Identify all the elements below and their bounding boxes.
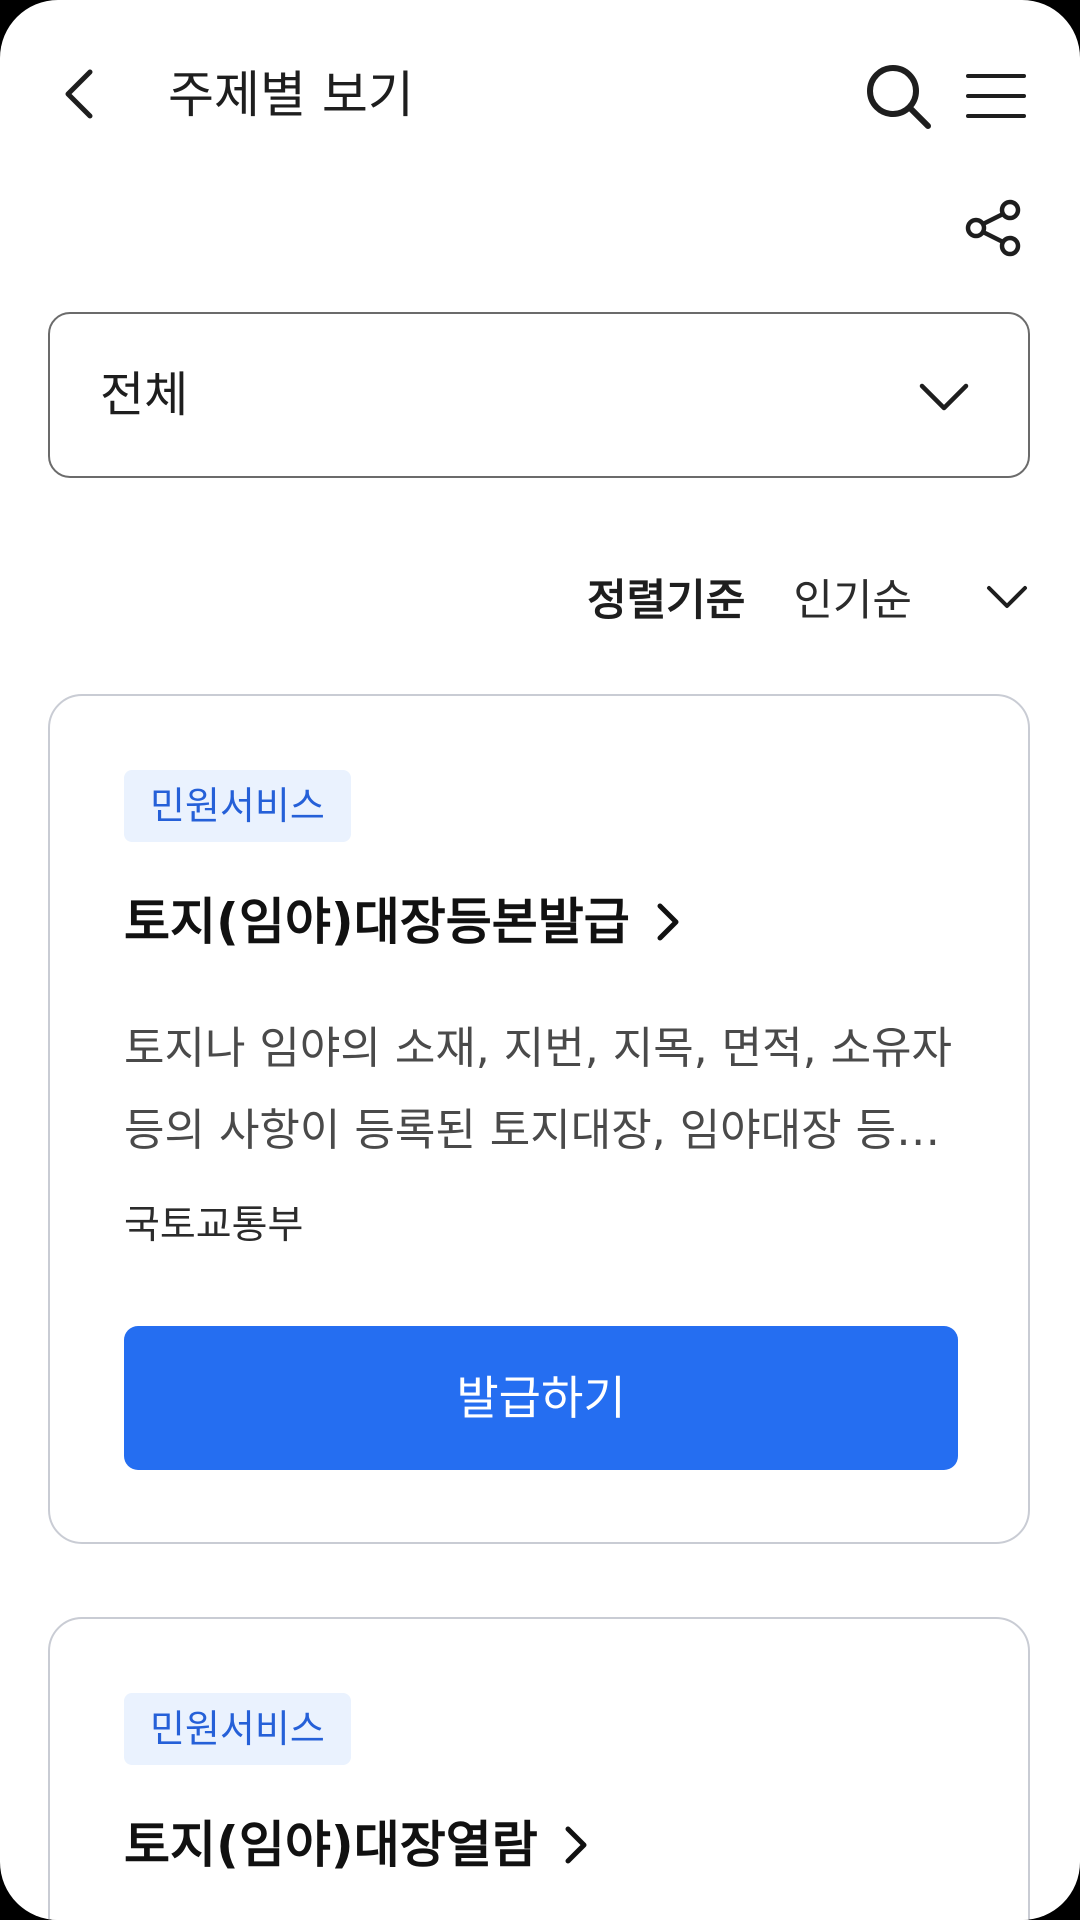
service-title-link[interactable]: 토지(임야)대장등본발급 [124,886,688,958]
service-title: 토지(임야)대장등본발급 [124,893,630,951]
sort-label: 정렬기준 [587,576,746,626]
sort-value: 인기순 [793,576,912,626]
service-organization: 국토교통부 [124,1203,304,1248]
menu-button[interactable] [964,68,1028,124]
category-select[interactable]: 전체 [48,312,1030,478]
service-description: 토지나 임야의 소재, 지번, 지목, 면적, 소유자 등의 사항이 등록된 토… [124,1023,953,1156]
category-select-value: 전체 [100,367,189,423]
sort-row: 정렬기준 인기순 [587,562,1030,632]
service-title: 토지(임야)대장열람 [124,1816,538,1874]
top-header: 주제별 보기 [0,0,1080,190]
service-title-link[interactable]: 토지(임야)대장열람 [124,1809,596,1881]
service-card: 민원서비스 토지(임야)대장등본발급 토지나 임야의 소재, 지번, 지목, 면… [48,694,1030,1544]
chevron-down-icon [987,586,1027,608]
chevron-right-icon [565,1826,587,1864]
search-button[interactable] [864,62,934,132]
service-card: 민원서비스 토지(임야)대장열람 [48,1617,1030,1920]
share-button[interactable] [962,196,1026,260]
share-icon [965,199,1021,257]
back-button[interactable] [50,64,110,124]
search-icon [867,65,931,129]
chevron-right-icon [657,903,679,941]
category-badge: 민원서비스 [124,770,351,842]
chevron-left-icon [65,69,93,119]
sort-select[interactable]: 인기순 [793,566,1030,628]
issue-button[interactable]: 발급하기 [124,1326,958,1470]
hamburger-menu-icon [966,74,1026,118]
chevron-down-icon [919,383,969,411]
page-title: 주제별 보기 [168,66,414,124]
app-screen: 주제별 보기 전체 정렬기준 인기순 민원서비스 토지(임야)대장등본발급 토지… [0,0,1080,1920]
category-badge: 민원서비스 [124,1693,351,1765]
